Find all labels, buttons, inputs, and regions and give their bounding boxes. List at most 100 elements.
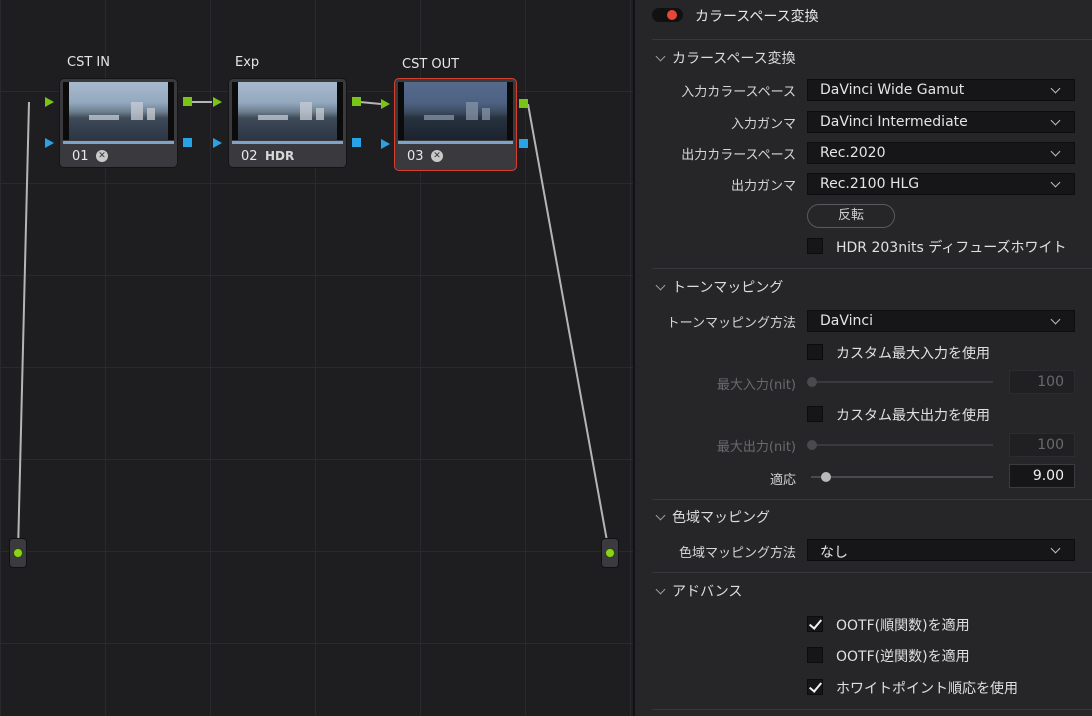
chevron-down-icon	[1050, 177, 1061, 188]
node-number: 01	[72, 149, 89, 164]
input-colorspace-label: 入力カラースペース	[681, 85, 796, 100]
adapt-field[interactable]: 9.00	[1009, 464, 1075, 488]
max-input-slider[interactable]	[811, 381, 993, 383]
effect-enable-toggle[interactable]	[652, 8, 683, 22]
adapt-slider[interactable]	[811, 476, 993, 478]
output-colorspace-dropdown[interactable]: Rec.2020	[807, 142, 1075, 164]
custom-max-input-checkbox[interactable]	[807, 344, 823, 360]
node-label: CST OUT	[402, 57, 460, 72]
node-01-alpha-output[interactable]	[183, 138, 192, 147]
node-02-alpha-input[interactable]	[213, 138, 222, 148]
custom-max-output-label: カスタム最大出力を使用	[836, 408, 990, 424]
ootf-forward-checkbox[interactable]	[807, 616, 823, 632]
node-number: 02	[241, 149, 258, 164]
output-wire	[527, 103, 610, 553]
max-input-label: 最大入力(nit)	[716, 378, 796, 393]
node-01-rgb-input[interactable]	[45, 97, 54, 107]
section-title: カラースペース変換	[672, 51, 796, 67]
chevron-down-icon	[1050, 543, 1061, 554]
wire-02-03	[359, 101, 382, 105]
node-01-rgb-output[interactable]	[183, 97, 192, 106]
node-01-cst-in[interactable]: 01 ✕	[59, 78, 178, 168]
chevron-down-icon	[1050, 83, 1061, 94]
chevron-down-icon	[1050, 146, 1061, 157]
section-title: アドバンス	[672, 584, 743, 600]
chevron-down-icon	[655, 280, 666, 291]
ootf-inverse-checkbox[interactable]	[807, 647, 823, 663]
output-gamma-label: 出力ガンマ	[730, 179, 796, 194]
input-gamma-dropdown[interactable]: DaVinci Intermediate	[807, 111, 1075, 133]
color-space-transform-icon: ✕	[96, 150, 108, 162]
gamut-method-dropdown[interactable]: なし	[807, 539, 1075, 561]
node-02-alpha-output[interactable]	[352, 138, 361, 147]
node-thumbnail	[63, 82, 174, 140]
chevron-down-icon	[655, 510, 666, 521]
node-progress-bar	[232, 141, 343, 144]
node-03-alpha-output[interactable]	[519, 139, 528, 148]
input-wire	[17, 101, 30, 553]
node-02-exp[interactable]: 02 HDR	[228, 78, 347, 168]
node-label: Exp	[235, 55, 260, 70]
gamut-method-label: 色域マッピング方法	[678, 546, 796, 561]
divider	[652, 499, 1092, 500]
output-gamma-dropdown[interactable]: Rec.2100 HLG	[807, 173, 1075, 195]
node-thumbnail	[398, 82, 513, 140]
divider	[652, 709, 1092, 710]
node-editor-canvas[interactable]: CST IN 01 ✕ Exp 02 HDR CST OUT 03 ✕	[0, 0, 633, 716]
node-03-cst-out[interactable]: 03 ✕	[394, 78, 517, 171]
max-output-label: 最大出力(nit)	[716, 440, 796, 455]
divider	[652, 268, 1092, 269]
node-03-alpha-input[interactable]	[381, 139, 390, 149]
white-point-adapt-checkbox[interactable]	[807, 679, 823, 695]
section-title: トーンマッピング	[672, 280, 784, 296]
output-colorspace-label: 出力カラースペース	[681, 148, 796, 163]
dropdown-value: DaVinci Wide Gamut	[820, 82, 965, 98]
chevron-down-icon	[655, 584, 666, 595]
section-header-advanced[interactable]: アドバンス	[655, 581, 743, 601]
toggle-knob	[667, 10, 677, 20]
node-thumbnail	[232, 82, 343, 140]
max-input-slider-knob[interactable]	[807, 377, 817, 387]
section-header-tone-mapping[interactable]: トーンマッピング	[655, 277, 784, 297]
max-output-slider-knob[interactable]	[807, 440, 817, 450]
divider	[652, 39, 1092, 40]
white-point-adapt-label: ホワイトポイント順応を使用	[836, 681, 1018, 697]
inspector-panel: カラースペース変換 カラースペース変換 入力カラースペース DaVinci Wi…	[635, 0, 1092, 716]
dropdown-value: Rec.2020	[820, 145, 886, 161]
dropdown-value: なし	[820, 545, 848, 561]
node-number: 03	[407, 149, 424, 164]
adapt-slider-knob[interactable]	[821, 472, 831, 482]
source-input-node[interactable]	[9, 538, 27, 568]
node-03-rgb-input[interactable]	[381, 99, 390, 109]
max-input-field[interactable]: 100	[1009, 370, 1075, 394]
divider	[652, 572, 1092, 573]
dropdown-value: DaVinci Intermediate	[820, 114, 968, 130]
chevron-down-icon	[1050, 314, 1061, 325]
node-02-rgb-input[interactable]	[213, 97, 222, 107]
effect-title: カラースペース変換	[695, 9, 819, 25]
dropdown-value: Rec.2100 HLG	[820, 176, 920, 192]
hdr-diffuse-white-label: HDR 203nits ディフューズホワイト	[836, 240, 1067, 256]
invert-button[interactable]: 反転	[807, 204, 895, 228]
node-label: CST IN	[67, 55, 110, 70]
node-progress-bar	[63, 141, 174, 144]
input-colorspace-dropdown[interactable]: DaVinci Wide Gamut	[807, 79, 1075, 101]
custom-max-output-checkbox[interactable]	[807, 406, 823, 422]
node-01-alpha-input[interactable]	[45, 138, 54, 148]
tone-method-dropdown[interactable]: DaVinci	[807, 310, 1075, 332]
input-gamma-label: 入力ガンマ	[730, 117, 796, 132]
node-02-rgb-output[interactable]	[352, 97, 361, 106]
output-node[interactable]	[601, 538, 619, 568]
ootf-inverse-label: OOTF(逆関数)を適用	[836, 649, 970, 665]
section-header-gamut-mapping[interactable]: 色域マッピング	[655, 507, 770, 527]
node-03-rgb-output[interactable]	[519, 99, 528, 108]
chevron-down-icon	[1050, 115, 1061, 126]
node-progress-bar	[398, 141, 513, 144]
color-space-transform-icon: ✕	[431, 150, 443, 162]
max-output-field[interactable]: 100	[1009, 433, 1075, 457]
dropdown-value: DaVinci	[820, 313, 873, 329]
section-header-cst[interactable]: カラースペース変換	[655, 48, 796, 68]
hdr-diffuse-white-checkbox[interactable]	[807, 238, 823, 254]
section-title: 色域マッピング	[672, 510, 770, 526]
max-output-slider[interactable]	[811, 444, 993, 446]
